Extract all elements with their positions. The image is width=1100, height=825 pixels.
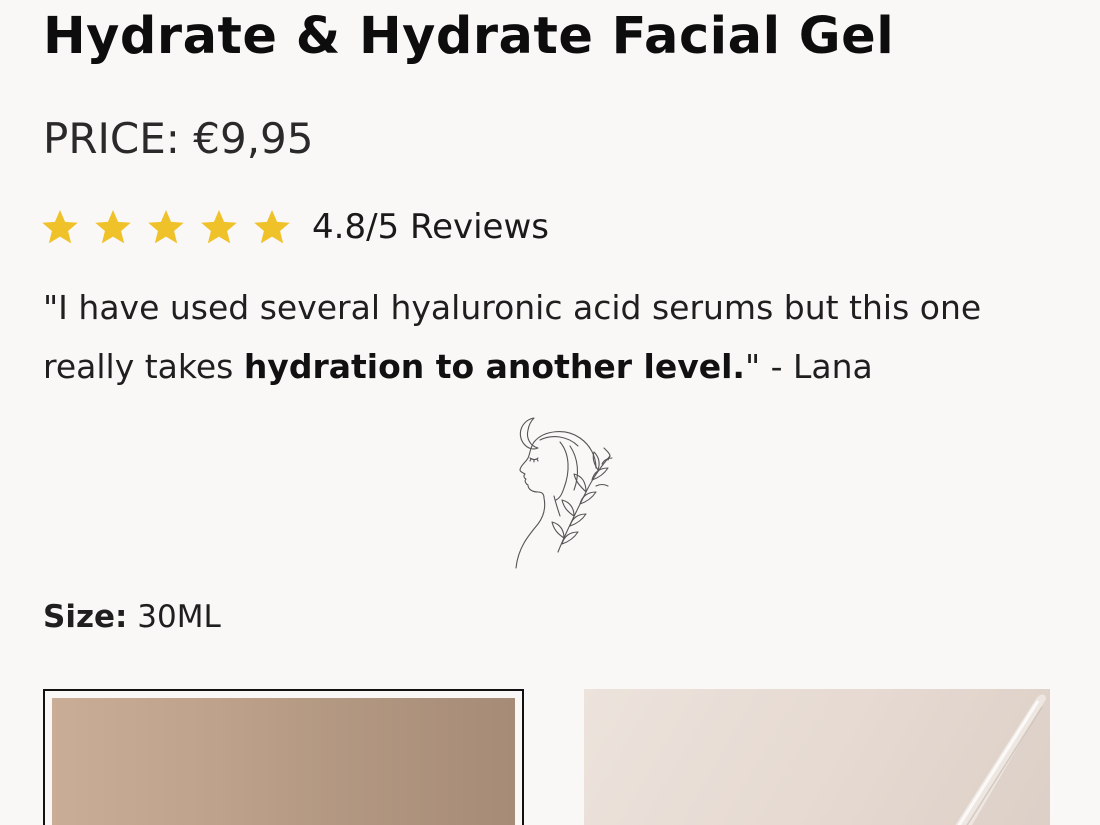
product-price: PRICE: €9,95 <box>43 114 314 163</box>
reviews-link[interactable]: 4.8/5 Reviews <box>312 207 549 247</box>
star-icon <box>146 207 186 247</box>
variant-option[interactable] <box>584 689 1050 825</box>
quote-author: " - Lana <box>744 347 873 386</box>
star-icon <box>199 207 239 247</box>
star-icon <box>93 207 133 247</box>
product-detail-page: Hydrate & Hydrate Facial Gel PRICE: €9,9… <box>0 0 1100 825</box>
product-title: Hydrate & Hydrate Facial Gel <box>43 7 895 66</box>
size-value: 30ML <box>127 599 221 635</box>
variant-option-selected[interactable] <box>43 689 524 825</box>
size-label: Size: <box>43 599 128 635</box>
star-icon <box>252 207 292 247</box>
product-image-thumbnail <box>584 689 1050 825</box>
woman-face-moon-leaf-icon <box>500 412 620 577</box>
product-image-thumbnail <box>52 698 515 825</box>
rating-row[interactable]: 4.8/5 Reviews <box>40 202 549 252</box>
star-rating <box>40 207 292 247</box>
review-quote: "I have used several hyaluronic acid ser… <box>43 278 1073 396</box>
star-icon <box>40 207 80 247</box>
size-selector-label: Size: 30ML <box>43 592 221 642</box>
quote-highlight: hydration to another level. <box>243 347 745 386</box>
